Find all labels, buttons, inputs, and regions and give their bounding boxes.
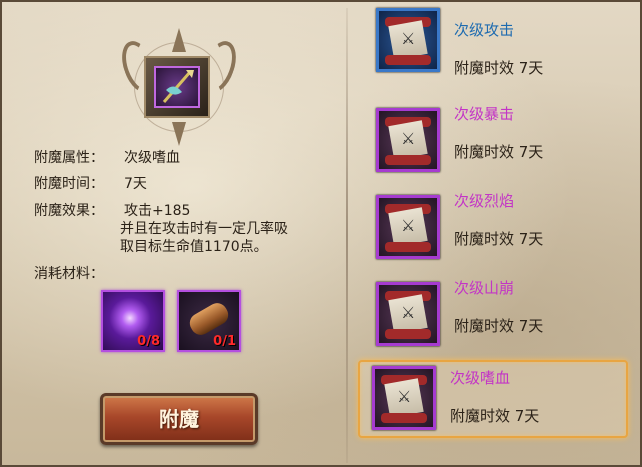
material-count: 0/1 bbox=[213, 334, 236, 349]
enchant-item-selected[interactable]: ⚔ 次级嗜血 附魔时效 7天 bbox=[358, 360, 628, 438]
effect-desc-line2: 取目标生命值1170点。 bbox=[120, 239, 268, 255]
effect-row: 附魔效果： 攻击+185 bbox=[34, 201, 190, 221]
spike-top-icon bbox=[172, 28, 186, 52]
enchant-item[interactable]: ⚔ 次级暴击 附魔时效 7天 bbox=[362, 102, 624, 178]
enchant-item-duration: 附魔时效 7天 bbox=[454, 59, 544, 77]
effect-value: 攻击+185 bbox=[124, 203, 191, 219]
enchant-scroll-icon: ⚔ bbox=[372, 366, 436, 430]
spike-bottom-icon bbox=[172, 122, 186, 146]
enchant-item-duration: 附魔时效 7天 bbox=[450, 407, 540, 425]
sword-icon: ⚔ bbox=[401, 129, 416, 148]
material-purple-orb[interactable]: 0/8 bbox=[101, 290, 165, 352]
enchant-scroll-icon: ⚔ bbox=[376, 108, 440, 172]
enchant-item-duration: 附魔时效 7天 bbox=[454, 230, 544, 248]
sword-icon: ⚔ bbox=[401, 303, 416, 322]
enchant-item-duration: 附魔时效 7天 bbox=[454, 143, 544, 161]
enchant-item-name: 次级烈焰 bbox=[454, 192, 515, 210]
time-label: 附魔时间： bbox=[34, 176, 104, 192]
enchant-scroll-icon: ⚔ bbox=[376, 195, 440, 259]
enchant-scroll-icon: ⚔ bbox=[376, 282, 440, 346]
enchant-item[interactable]: ⚔ 次级烈焰 附魔时效 7天 bbox=[362, 189, 624, 265]
sword-icon: ⚔ bbox=[401, 216, 416, 235]
attr-label: 附魔属性： bbox=[34, 150, 104, 166]
enchant-scroll-icon: ⚔ bbox=[376, 8, 440, 72]
scroll-roll-icon bbox=[186, 299, 232, 339]
sword-icon: ⚔ bbox=[397, 387, 412, 406]
enchant-item-duration: 附魔时效 7天 bbox=[454, 317, 544, 335]
materials-label: 消耗材料： bbox=[34, 266, 104, 282]
material-count: 0/8 bbox=[137, 334, 160, 349]
time-value: 7天 bbox=[124, 176, 147, 192]
enchant-item[interactable]: ⚔ 次级山崩 附魔时效 7天 bbox=[362, 276, 624, 352]
enchant-button[interactable]: 附魔 bbox=[100, 393, 258, 445]
enchant-emblem bbox=[114, 28, 244, 146]
enchant-item-name: 次级攻击 bbox=[454, 21, 515, 39]
effect-desc-line1: 并且在攻击时有一定几率吸 bbox=[120, 221, 288, 237]
time-row: 附魔时间： 7天 bbox=[34, 174, 147, 194]
attr-row: 附魔属性： 次级嗜血 bbox=[34, 148, 180, 168]
weapon-icon bbox=[154, 66, 200, 108]
attr-value: 次级嗜血 bbox=[124, 150, 180, 166]
material-scroll[interactable]: 0/1 bbox=[177, 290, 241, 352]
effect-label: 附魔效果： bbox=[34, 203, 104, 219]
enchant-item-name: 次级嗜血 bbox=[450, 369, 511, 387]
enchant-item-name: 次级山崩 bbox=[454, 279, 515, 297]
enchant-item-name: 次级暴击 bbox=[454, 105, 515, 123]
enchant-item[interactable]: ⚔ 次级攻击 附魔时效 7天 bbox=[362, 2, 624, 78]
divider bbox=[346, 8, 348, 463]
enchant-panel: 附魔属性： 次级嗜血 附魔时间： 7天 附魔效果： 攻击+185 并且在攻击时有一定几… bbox=[0, 0, 642, 467]
sword-icon: ⚔ bbox=[401, 29, 416, 48]
